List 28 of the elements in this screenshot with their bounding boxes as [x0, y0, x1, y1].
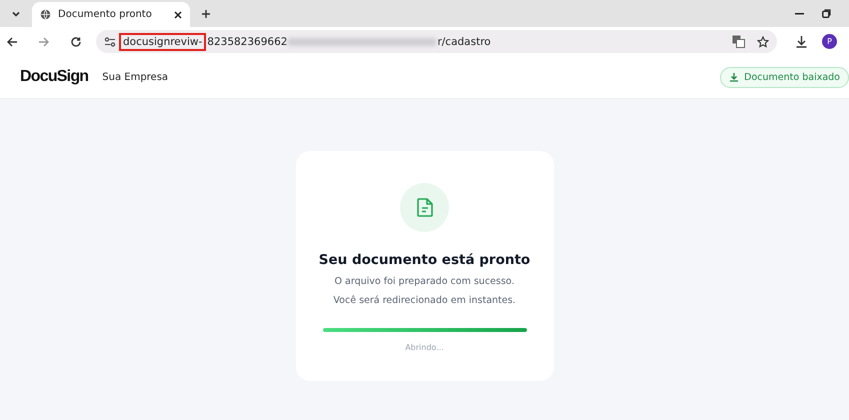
restore-icon[interactable]: [822, 9, 831, 18]
tab-title: Documento pronto: [58, 9, 153, 20]
profile-avatar[interactable]: P: [822, 34, 837, 49]
card-title: Seu documento está pronto: [318, 252, 530, 268]
url-text: 823582369662: [207, 36, 288, 48]
url-path: r/cadastro: [437, 36, 491, 48]
close-icon[interactable]: [174, 10, 182, 18]
back-arrow-icon[interactable]: [6, 36, 18, 48]
site-settings-icon[interactable]: [104, 36, 116, 46]
minimize-icon[interactable]: [795, 12, 804, 14]
star-icon[interactable]: [757, 36, 769, 48]
address-bar[interactable]: docusignreviw- 823582369662 r/cadastro: [96, 30, 777, 53]
chevron-down-icon: [11, 9, 21, 19]
card-message: O arquivo foi preparado com sucesso. Você será redirecionado em instantes.: [333, 275, 516, 308]
url-highlight: docusignreviw-: [122, 36, 204, 48]
company-name: Sua Empresa: [102, 72, 168, 82]
plus-icon: [201, 9, 211, 19]
download-icon: [729, 72, 740, 82]
browser-tab[interactable]: Documento pronto: [32, 2, 190, 27]
download-icon[interactable]: [795, 35, 808, 48]
logo: DocuSign: [20, 68, 88, 86]
progress-status: Abrindo...: [405, 343, 444, 352]
document-icon: [416, 198, 432, 217]
downloaded-button[interactable]: Documento baixado: [720, 66, 849, 88]
forward-arrow-icon[interactable]: [38, 36, 50, 48]
globe-icon: [40, 9, 51, 20]
translate-icon[interactable]: [732, 35, 745, 48]
reload-icon[interactable]: [70, 36, 82, 48]
